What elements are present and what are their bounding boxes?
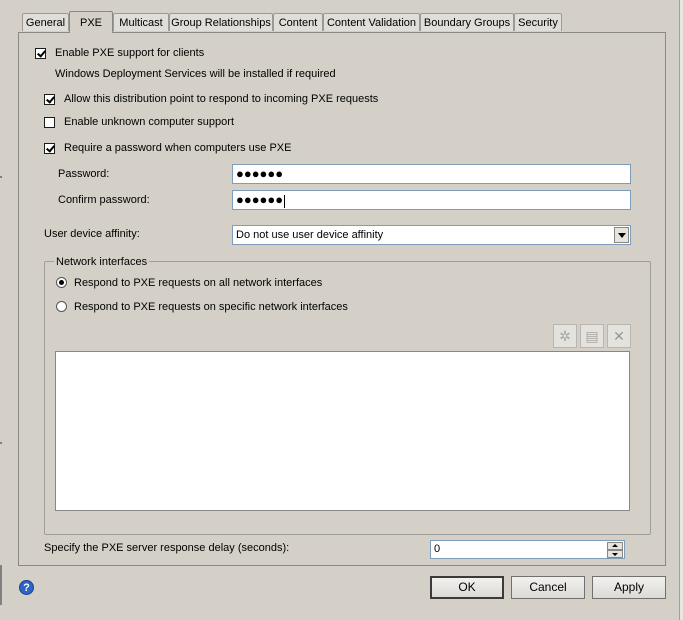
properties-icon[interactable]: ▤ [580, 324, 604, 348]
unknown-computer-label: Enable unknown computer support [64, 116, 234, 128]
spin-up-icon[interactable] [607, 542, 623, 550]
network-interfaces-title: Network interfaces [54, 255, 150, 269]
apply-button[interactable]: Apply [592, 576, 666, 599]
chevron-down-icon[interactable] [614, 227, 629, 243]
affinity-dropdown[interactable]: Do not use user device affinity [232, 225, 631, 245]
all-interfaces-label: Respond to PXE requests on all network i… [74, 277, 323, 289]
spin-down-icon[interactable] [607, 550, 623, 558]
delete-icon[interactable]: ✕ [607, 324, 631, 348]
password-value: ●●●●●● [236, 166, 284, 181]
unknown-computer-checkbox[interactable] [44, 117, 55, 128]
enable-pxe-checkbox[interactable] [35, 48, 46, 59]
confirm-password-value: ●●●●●● [236, 192, 284, 207]
delay-value: 0 [434, 543, 441, 555]
password-field[interactable]: ●●●●●● [232, 164, 631, 184]
ok-button[interactable]: OK [430, 576, 504, 599]
delay-label: Specify the PXE server response delay (s… [44, 542, 290, 554]
help-icon[interactable]: ? [19, 580, 34, 595]
wds-note: Windows Deployment Services will be inst… [55, 68, 336, 80]
pxe-content: Enable PXE support for clients Windows D… [0, 0, 683, 620]
confirm-password-field[interactable]: ●●●●●● [232, 190, 631, 210]
require-password-checkbox[interactable] [44, 143, 55, 154]
spinner-arrows[interactable] [607, 542, 623, 558]
specific-interfaces-radio[interactable] [56, 301, 67, 312]
confirm-password-label: Confirm password: [58, 194, 150, 206]
require-password-label: Require a password when computers use PX… [64, 142, 292, 154]
enable-pxe-label: Enable PXE support for clients [55, 47, 205, 59]
affinity-value: Do not use user device affinity [236, 229, 384, 241]
new-icon[interactable]: ✲ [553, 324, 577, 348]
all-interfaces-radio[interactable] [56, 277, 67, 288]
password-label: Password: [58, 168, 110, 180]
affinity-label: User device affinity: [44, 228, 140, 240]
allow-respond-label: Allow this distribution point to respond… [64, 93, 379, 105]
text-caret [284, 194, 286, 208]
network-interfaces-list[interactable] [55, 351, 630, 511]
cancel-button[interactable]: Cancel [511, 576, 585, 599]
specific-interfaces-label: Respond to PXE requests on specific netw… [74, 301, 348, 313]
allow-respond-checkbox[interactable] [44, 94, 55, 105]
delay-spinner[interactable]: 0 [430, 540, 625, 559]
